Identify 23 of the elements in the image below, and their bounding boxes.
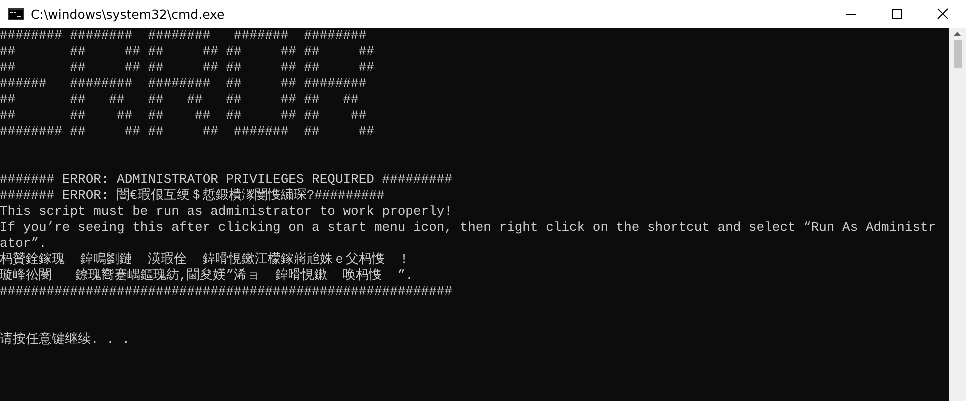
console-line: ## ## ## ## ## ## ## ## ## xyxy=(0,44,376,60)
close-icon xyxy=(937,8,949,20)
console-line: ## ## ## ## ## ## ## ## ## xyxy=(0,60,376,76)
scroll-thumb[interactable] xyxy=(954,40,962,68)
console-line: ########################################################## xyxy=(0,284,454,300)
console-app-icon xyxy=(8,8,24,20)
window-title: C:\windows\system32\cmd.exe xyxy=(31,6,226,22)
console-line: 杩贊銓鎵瑰 鍏鳴劉鏈 渶瑕佺 鍏嗗悓鏉江檬鎵嶈兘姝ｅ父杩愯 ! xyxy=(0,252,410,268)
scrollbar[interactable] xyxy=(949,28,966,401)
console-line: If you’re seeing this after clicking on a start menu icon, then right click on the shortcut and select “Run As Administr xyxy=(0,220,938,236)
maximize-icon xyxy=(891,8,903,20)
console-line: ######## ## ## ## ## ####### ## ## xyxy=(0,124,376,140)
console-line: ## ## ## ## ## ## ## ## ## xyxy=(0,108,368,124)
console-line: ####### ERROR: 闇€瑕佷互绠＄悊鍛樻潈闄愯繍琛?######### xyxy=(0,188,386,204)
console-line: 璇峰彸閿 鐐瑰嚮蹇嵎鏂瑰紡,閫夋嫨”浠ョ 鍏嗗悓鏉 唤杩愯 ”. xyxy=(0,268,414,284)
console-line: ator”. xyxy=(0,236,48,252)
console-line: ####### ERROR: ADMINISTRATOR PRIVILEGES REQUIRED ######### xyxy=(0,172,454,188)
console-line: ###### ######## ######## ## ## ######## xyxy=(0,76,368,92)
console-line: 请按任意键继续. . . xyxy=(0,332,132,348)
scroll-up-icon[interactable] xyxy=(954,32,961,36)
console-line: This script must be run as administrator to work properly! xyxy=(0,204,454,220)
console-line: ## ## ## ## ## ## ## ## ## xyxy=(0,92,360,108)
console-line: ######## ######## ######## ####### ######## xyxy=(0,28,368,44)
